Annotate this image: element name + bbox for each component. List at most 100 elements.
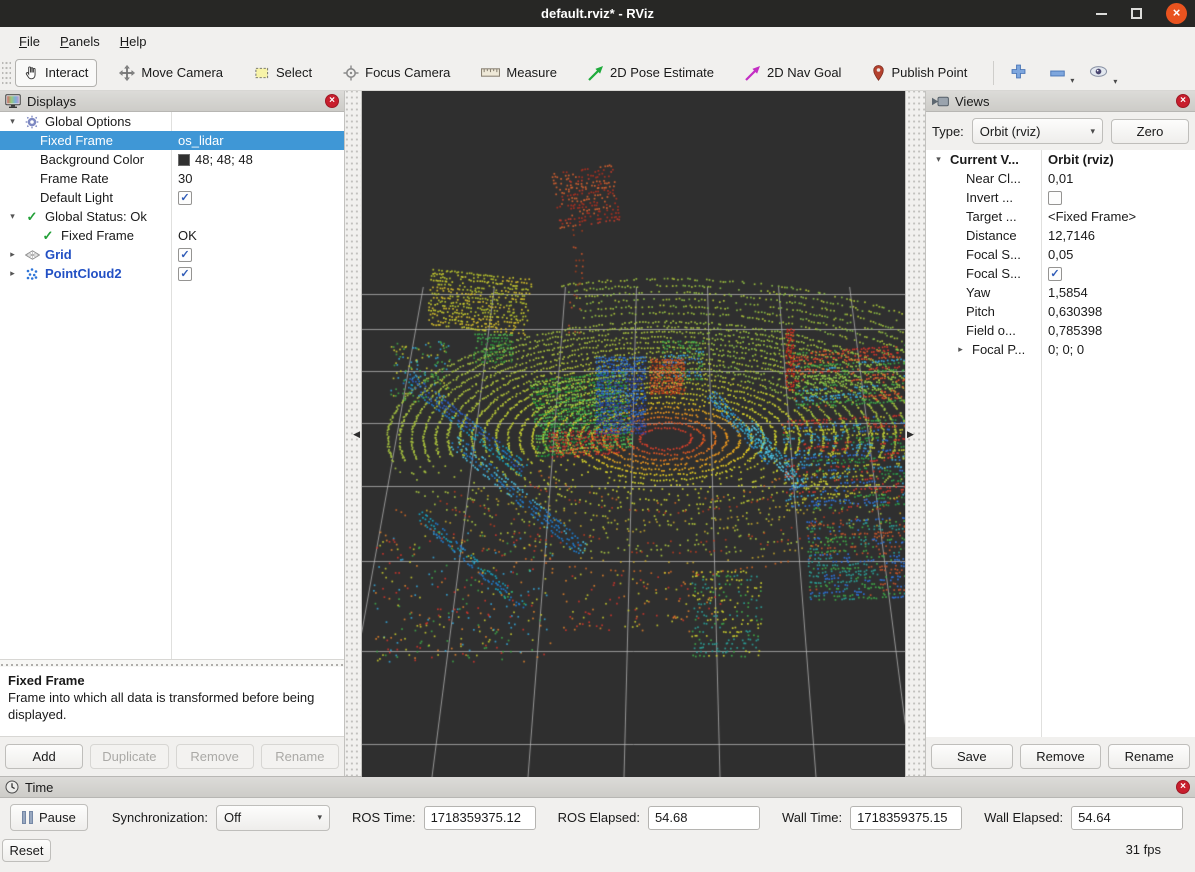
close-time-icon[interactable]: × [1176, 780, 1190, 794]
tool-select[interactable]: Select [245, 59, 321, 86]
property-value-cell[interactable]: 0,785398 [1041, 321, 1195, 340]
wall-time-field[interactable]: 1718359375.15 [850, 806, 962, 830]
property-value-cell[interactable]: 30 [171, 169, 344, 188]
property-value-cell[interactable]: ✓ [171, 245, 344, 264]
displays-splitter-handle[interactable] [0, 659, 344, 667]
tree-row[interactable]: Pitch0,630398 [926, 302, 1195, 321]
expander-right-icon[interactable]: ▸ [6, 249, 19, 260]
reset-button[interactable]: Reset [2, 839, 51, 862]
tool-visibility-button[interactable]: ▾ [1082, 61, 1115, 85]
remove-tool-button[interactable]: ▾ [1043, 61, 1072, 84]
time-panel-header[interactable]: Time × [0, 777, 1195, 798]
tree-row[interactable]: Focal S...✓ [926, 264, 1195, 283]
sync-select[interactable]: Off ▾ [216, 805, 330, 831]
property-value-cell[interactable]: 0; 0; 0 [1041, 340, 1195, 359]
views-panel-header[interactable]: Views × [926, 91, 1195, 112]
pause-button[interactable]: Pause [10, 804, 88, 831]
save-button[interactable]: Save [931, 744, 1013, 769]
menu-item-help[interactable]: Help [111, 30, 156, 53]
left-splitter[interactable]: ◀ [345, 91, 362, 776]
tool-measure[interactable]: Measure [472, 59, 566, 86]
ros-time-field[interactable]: 1718359375.12 [424, 806, 536, 830]
add-button[interactable]: Add [5, 744, 83, 769]
property-value-cell[interactable]: os_lidar [171, 131, 344, 150]
expander-down-icon[interactable]: ▾ [6, 211, 19, 222]
tool-2d-pose-estimate[interactable]: 2D Pose Estimate [579, 59, 723, 87]
tree-row[interactable]: Focal S...0,05 [926, 245, 1195, 264]
tree-row[interactable]: Default Light✓ [0, 188, 344, 207]
property-value-cell[interactable]: <Fixed Frame> [1041, 207, 1195, 226]
tree-row[interactable]: Near Cl... 0,01 [926, 169, 1195, 188]
property-value-cell[interactable]: OK [171, 226, 344, 245]
rename-button[interactable]: Rename [1108, 744, 1190, 769]
minimize-icon[interactable] [1096, 13, 1107, 15]
collapse-left-icon[interactable]: ◀ [353, 429, 360, 440]
checkbox-checked[interactable]: ✓ [178, 267, 192, 281]
expander-down-icon[interactable]: ▾ [6, 116, 19, 127]
tree-row[interactable]: ✓Fixed FrameOK [0, 226, 344, 245]
tree-row[interactable]: Yaw1,5854 [926, 283, 1195, 302]
checkbox-checked[interactable]: ✓ [178, 248, 192, 262]
tree-row[interactable]: Distance12,7146 [926, 226, 1195, 245]
close-window-icon[interactable]: × [1166, 3, 1187, 24]
checkbox-checked[interactable]: ✓ [178, 191, 192, 205]
property-value-cell[interactable] [171, 112, 344, 131]
tool-2d-nav-goal[interactable]: 2D Nav Goal [736, 59, 850, 87]
ros-elapsed-field[interactable]: 54.68 [648, 806, 760, 830]
view-type-select[interactable]: Orbit (rviz) ▾ [972, 118, 1103, 144]
property-value-cell[interactable]: 12,7146 [1041, 226, 1195, 245]
property-value-cell[interactable]: ✓ [1041, 264, 1195, 283]
property-value-cell[interactable]: 0,05 [1041, 245, 1195, 264]
tool-interact[interactable]: Interact [15, 59, 97, 87]
tree-row[interactable]: ▾Current V...Orbit (rviz) [926, 150, 1195, 169]
expander-right-icon[interactable]: ▸ [6, 268, 19, 279]
zero-button[interactable]: Zero [1111, 119, 1189, 144]
render-viewport[interactable] [362, 91, 905, 777]
property-value-cell[interactable]: Orbit (rviz) [1041, 150, 1195, 169]
3d-view-canvas[interactable] [362, 91, 905, 777]
property-name-cell: ▸ Focal P... [926, 340, 1041, 359]
remove-button[interactable]: Remove [1020, 744, 1102, 769]
tree-row[interactable]: ▸Grid✓ [0, 245, 344, 264]
property-value-cell[interactable] [171, 207, 344, 226]
close-views-icon[interactable]: × [1176, 94, 1190, 108]
add-tool-button[interactable] [1004, 60, 1033, 86]
displays-panel-header[interactable]: Displays × [0, 91, 344, 112]
property-name: Focal P... [972, 342, 1025, 357]
maximize-icon[interactable] [1131, 8, 1142, 19]
property-value-cell[interactable]: 0,01 [1041, 169, 1195, 188]
tree-row[interactable]: Frame Rate30 [0, 169, 344, 188]
property-value-cell[interactable]: ✓ [171, 188, 344, 207]
checkbox-checked[interactable]: ✓ [1048, 267, 1062, 281]
collapse-right-icon[interactable]: ▶ [907, 429, 914, 440]
tree-row[interactable]: ▸ Focal P... 0; 0; 0 [926, 340, 1195, 359]
right-splitter[interactable]: ▶ [905, 91, 925, 776]
expander-right-icon[interactable]: ▸ [954, 344, 967, 355]
property-value-cell[interactable]: ✓ [171, 264, 344, 283]
tree-row[interactable]: Background Color48; 48; 48 [0, 150, 344, 169]
property-value-cell[interactable]: 0,630398 [1041, 302, 1195, 321]
property-value-cell[interactable]: 1,5854 [1041, 283, 1195, 302]
close-displays-icon[interactable]: × [325, 94, 339, 108]
tree-row[interactable]: Fixed Frameos_lidar [0, 131, 344, 150]
property-value-cell[interactable]: 48; 48; 48 [171, 150, 344, 169]
title-bar[interactable]: default.rviz* - RViz × [0, 0, 1195, 27]
tool-move-camera[interactable]: Move Camera [110, 59, 232, 87]
checkbox[interactable] [1048, 191, 1062, 205]
toolbar-drag-handle[interactable] [2, 60, 11, 86]
tree-row[interactable]: ▾✓Global Status: Ok [0, 207, 344, 226]
time-panel-title: Time [25, 780, 1170, 795]
property-name: Near Cl... [966, 171, 1021, 186]
tree-row[interactable]: ▾Global Options [0, 112, 344, 131]
tree-row[interactable]: ▸PointCloud2✓ [0, 264, 344, 283]
tool-focus-camera[interactable]: Focus Camera [334, 59, 459, 87]
tree-row[interactable]: Field o...0,785398 [926, 321, 1195, 340]
tree-row[interactable]: Invert ... [926, 188, 1195, 207]
property-value-cell[interactable] [1041, 188, 1195, 207]
wall-elapsed-field[interactable]: 54.64 [1071, 806, 1183, 830]
menu-item-panels[interactable]: Panels [51, 30, 109, 53]
expander-down-icon[interactable]: ▾ [932, 154, 945, 165]
tool-publish-point[interactable]: Publish Point [863, 59, 976, 87]
menu-item-file[interactable]: File [10, 30, 49, 53]
tree-row[interactable]: Target ...<Fixed Frame> [926, 207, 1195, 226]
